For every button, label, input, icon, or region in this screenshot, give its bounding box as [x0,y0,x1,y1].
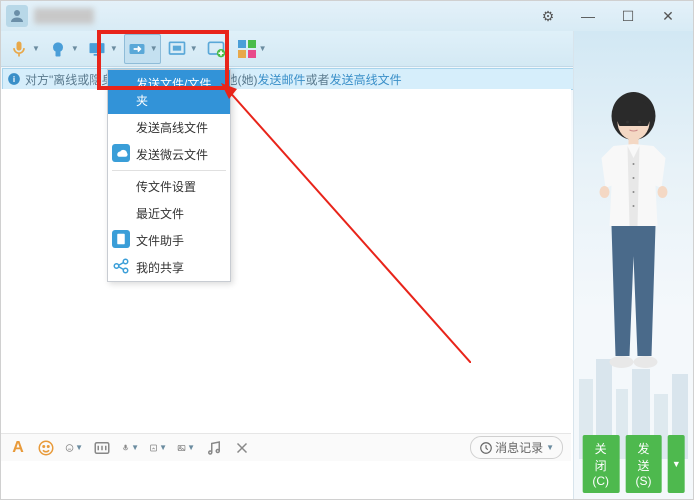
menu-item-label: 文件助手 [136,234,184,248]
menu-item-label: 发送文件/文件夹 [136,77,211,108]
dropdown-caret-icon: ▼ [546,443,554,452]
send-offline-file-link[interactable]: 发送高线文件 [330,71,402,88]
contact-avatar-large[interactable] [591,86,676,391]
close-button-label: 关闭(C) [592,440,609,488]
music-button[interactable] [205,439,223,457]
send-options-button[interactable]: ▼ [668,435,685,493]
video-chat-button[interactable]: ▼ [46,35,81,63]
dropdown-caret-icon: ▼ [32,44,40,53]
image-button[interactable]: ▼ [177,439,195,457]
info-or: 或者 [306,71,330,88]
side-panel: 关闭(C) 发送(S) ▼ [573,31,693,499]
chat-message-area [1,89,571,441]
menu-send-offline-file[interactable]: 发送高线文件 [108,114,230,141]
dropdown-caret-icon: ▼ [150,44,158,53]
sticker-button[interactable]: ▼ [65,439,83,457]
message-history-label: 消息记录 [495,439,543,456]
send-button-label: 发送(S) [635,440,652,488]
more-tools-button[interactable] [233,439,251,457]
minimize-button[interactable]: — [568,2,608,30]
maximize-button[interactable]: ☐ [608,2,648,30]
menu-send-file-folder[interactable]: 发送文件/文件夹 [108,70,230,114]
share-icon [112,257,130,275]
action-buttons: 关闭(C) 发送(S) ▼ [582,435,685,493]
file-assistant-icon [112,230,130,248]
menu-item-label: 发送微云文件 [136,148,208,162]
close-chat-button[interactable]: 关闭(C) [582,435,619,493]
dropdown-caret-icon: ▼ [71,44,79,53]
menu-send-weiyun-file[interactable]: 发送微云文件 [108,141,230,168]
menu-file-assistant[interactable]: 文件助手 [108,227,230,254]
dropdown-caret-icon: ▼ [259,44,267,53]
create-group-button[interactable] [204,35,228,63]
dropdown-caret-icon: ▼ [190,44,198,53]
menu-recent-files[interactable]: 最近文件 [108,200,230,227]
dropdown-caret-icon: ▼ [672,459,681,469]
send-file-button[interactable]: ▼ [124,34,161,64]
send-email-link[interactable]: 发送邮件 [258,71,306,88]
send-file-dropdown: 发送文件/文件夹 发送高线文件 发送微云文件 传文件设置 最近文件 文件助手 我… [107,69,231,282]
font-button[interactable]: A [9,439,27,457]
menu-transfer-settings[interactable]: 传文件设置 [108,173,230,200]
message-history-button[interactable]: 消息记录 ▼ [470,436,563,459]
contact-avatar-small[interactable] [6,5,28,27]
settings-icon[interactable]: ⚙ [528,2,568,30]
menu-separator [112,170,226,171]
menu-item-label: 传文件设置 [136,180,196,194]
remote-desktop-button[interactable]: ▼ [165,35,200,63]
voice-chat-button[interactable]: ▼ [7,35,42,63]
editor-toolbar: A ▼ ▼ ▼ ▼ 消息记录 ▼ [1,433,571,461]
app-launcher-button[interactable]: ▼ [236,36,269,62]
svg-text:i: i [13,75,15,84]
title-bar: ⚙ — ☐ ✕ [1,1,693,31]
message-input-area[interactable] [1,461,571,499]
contact-name-blurred [34,8,94,24]
window-controls: ⚙ — ☐ ✕ [528,2,688,30]
send-button[interactable]: 发送(S) [625,435,662,493]
close-window-button[interactable]: ✕ [648,2,688,30]
emoji-button[interactable] [37,439,55,457]
screen-share-button[interactable]: ▼ [85,35,120,63]
dropdown-caret-icon: ▼ [110,44,118,53]
voice-message-button[interactable]: ▼ [121,439,139,457]
gif-button[interactable] [93,439,111,457]
info-icon: i [7,72,21,86]
menu-item-label: 我的共享 [136,261,184,275]
weiyun-icon [112,144,130,162]
menu-item-label: 发送高线文件 [136,121,208,135]
menu-item-label: 最近文件 [136,207,184,221]
screenshot-button[interactable]: ▼ [149,439,167,457]
menu-my-shares[interactable]: 我的共享 [108,254,230,281]
